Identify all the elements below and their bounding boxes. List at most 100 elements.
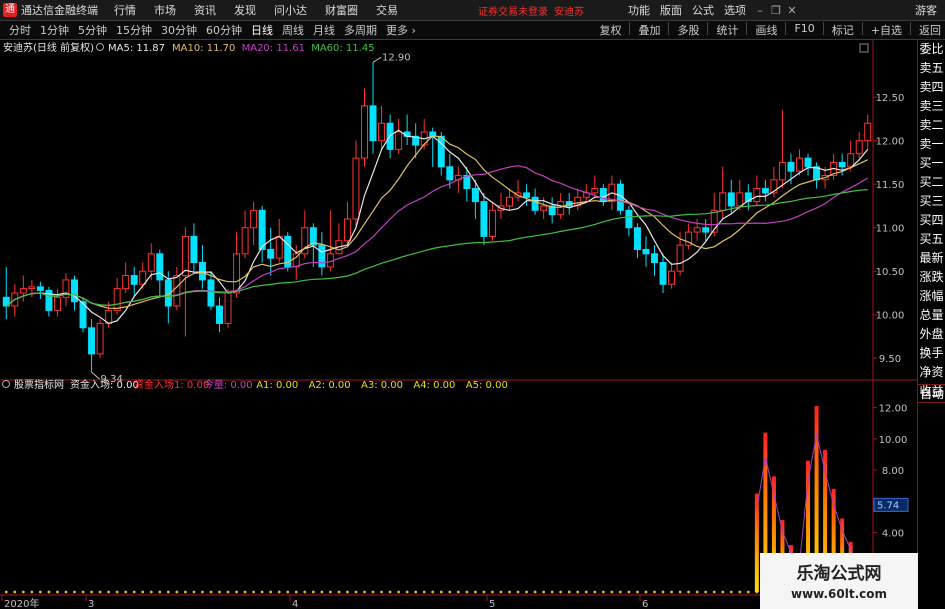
baseline-dot [209,590,213,594]
menu-item-shichang[interactable]: 市场 [154,2,176,18]
period-more[interactable]: 更多 › [386,22,416,38]
side-item-turnover[interactable]: 换手 [918,344,945,363]
baseline-dot [653,590,656,594]
period-5min[interactable]: 5分钟 [78,22,107,38]
baseline-dot [107,590,111,594]
restore-icon[interactable]: ❐ [768,4,784,17]
candle-body [727,192,735,207]
baseline-dot [158,590,162,594]
candle-body [642,248,650,255]
watermark: 乐淘公式网 www.60lt.com [760,553,918,609]
period-daily[interactable]: 日线 [251,22,273,38]
tool-separator [822,22,824,35]
menu-item-banmian[interactable]: 版面 [660,2,682,18]
baseline-dot [627,590,631,594]
tool-zixuan[interactable]: +自选 [871,22,902,38]
side-item-buy2[interactable]: 买二 [918,173,945,192]
baseline-dot [201,590,204,594]
menu-item-gongneng[interactable]: 功能 [628,2,650,18]
period-60min[interactable]: 60分钟 [206,22,242,38]
indicator-value-label: 5.74 [877,500,899,511]
candle-body [488,209,496,237]
candle-body [207,279,215,307]
indicator-legend-item: 资金入场1: 0.00 [134,378,209,391]
side-item-change-pct[interactable]: 涨幅 [918,287,945,306]
menu-item-xuanxiang[interactable]: 选项 [724,2,746,18]
baseline-dot [473,590,477,594]
period-monthly[interactable]: 月线 [313,22,335,38]
menu-item-wenxiaoda[interactable]: 问小达 [274,2,307,18]
candle-body [591,188,599,194]
indicator-legend-item: A2: 0.00 [309,380,351,391]
menu-item-faxian[interactable]: 发现 [234,2,256,18]
x-tick-label: 5 [489,599,495,609]
baseline-dot [661,590,665,594]
baseline-dot [115,590,119,594]
baseline-dot [235,590,238,594]
tool-separator [707,22,709,35]
period-fenshi[interactable]: 分时 [9,22,31,38]
menu-item-hangqing[interactable]: 行情 [114,2,136,18]
tool-fanhui[interactable]: 返回 [919,22,941,38]
tool-tongji[interactable]: 统计 [716,22,738,38]
candle-body [122,275,130,290]
baseline-dot [294,590,298,594]
x-tick-label: 6 [642,599,648,609]
side-item-sell4[interactable]: 卖四 [918,78,945,97]
tool-duogu[interactable]: 多股 [677,22,699,38]
period-multi[interactable]: 多周期 [344,22,377,38]
chart-area[interactable]: 12.50 12.00 11.50 11.00 10.50 10.00 9.50 12.00 1… [0,40,917,609]
period-15min[interactable]: 15分钟 [116,22,152,38]
menu-item-caifuquan[interactable]: 财富圈 [325,2,358,18]
baseline-dot [738,590,742,594]
main-chart-title: 安迪苏(日线 前复权) [3,41,94,54]
side-auto-button[interactable]: 自动 [918,384,945,403]
period-weekly[interactable]: 周线 [282,22,304,38]
y-tick-label: 11.00 [876,224,905,235]
candle-body [378,122,386,142]
menu-item-jiaoyi[interactable]: 交易 [376,2,398,18]
app-title: 通达信金融终端 [21,4,98,17]
candle-body [96,322,104,355]
tool-f10[interactable]: F10 [794,22,814,38]
candle-body [113,288,121,311]
period-1min[interactable]: 1分钟 [40,22,69,38]
tool-fuquan[interactable]: 复权 [599,22,621,38]
baseline-dot [243,590,247,594]
side-item-sell5[interactable]: 卖五 [918,59,945,78]
side-item-net-assets[interactable]: 净资 [918,363,945,382]
login-notice[interactable]: 证券交易未登录 [478,3,548,18]
menu-item-zixun[interactable]: 资讯 [194,2,216,18]
candle-body [28,286,36,290]
period-30min[interactable]: 30分钟 [161,22,197,38]
candle-body [659,262,667,285]
baseline-dot [456,590,460,594]
minimize-icon[interactable]: – [752,4,768,17]
side-item-buy4[interactable]: 买四 [918,211,945,230]
tool-diejia[interactable]: 叠加 [638,22,660,38]
side-item-change[interactable]: 涨跌 [918,268,945,287]
baseline-dot [252,590,256,594]
side-item-sell1[interactable]: 卖一 [918,135,945,154]
side-item-outer[interactable]: 外盘 [918,325,945,344]
candle-body [847,153,855,168]
indicator-legend-item: 今量: 0.00 [204,378,253,391]
side-item-buy1[interactable]: 买一 [918,154,945,173]
guest-label[interactable]: 游客 [915,2,937,18]
side-item-volume[interactable]: 总量 [918,306,945,325]
side-item-sell3[interactable]: 卖三 [918,97,945,116]
candle-body [804,157,812,168]
close-icon[interactable]: ✕ [784,4,800,17]
tool-huaxian[interactable]: 画线 [755,22,777,38]
side-item-weibi[interactable]: 委比 [918,40,945,59]
menu-item-gongshi[interactable]: 公式 [692,2,714,18]
baseline-dot [388,590,392,594]
side-item-buy5[interactable]: 买五 [918,230,945,249]
side-item-buy3[interactable]: 买三 [918,192,945,211]
baseline-dot [618,590,622,594]
baseline-dot [729,590,733,594]
tool-biaoji[interactable]: 标记 [832,22,854,38]
side-item-latest[interactable]: 最新 [918,249,945,268]
candle-body [275,235,283,259]
side-item-sell2[interactable]: 卖二 [918,116,945,135]
